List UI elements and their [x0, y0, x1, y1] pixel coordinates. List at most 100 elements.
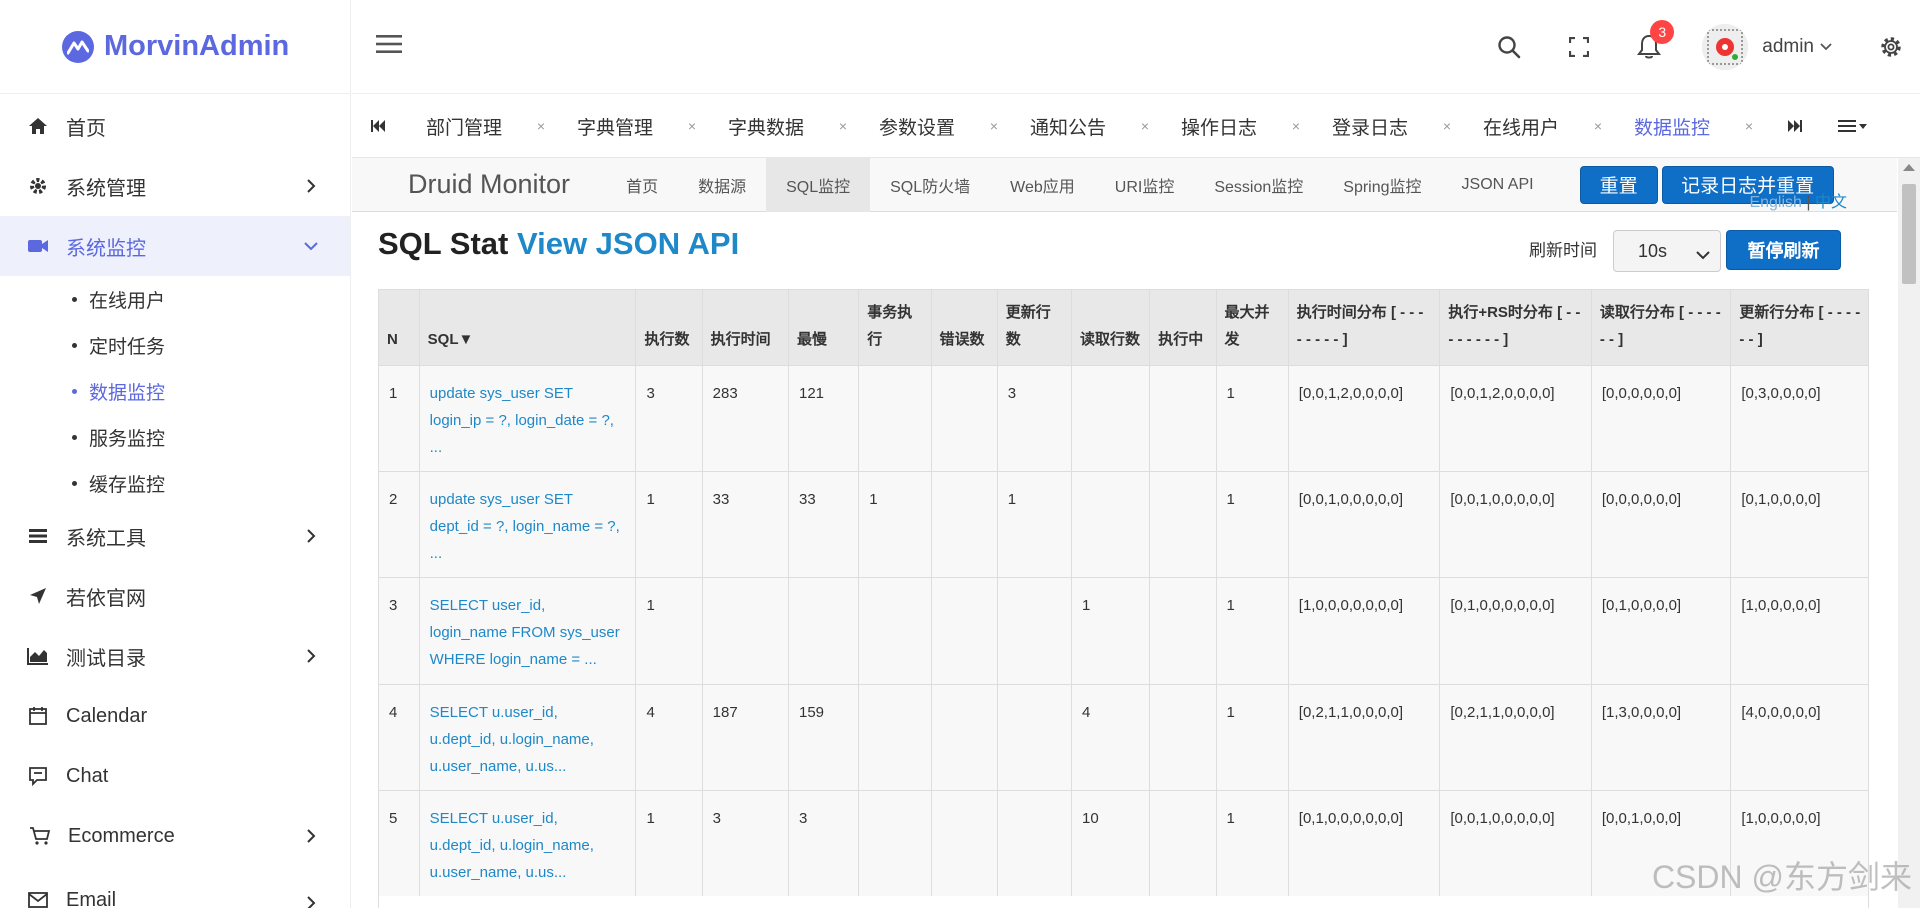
druid-nav-datasource[interactable]: 数据源: [678, 158, 766, 212]
view-json-api-link[interactable]: View JSON API: [517, 226, 739, 261]
table-cell: [0,0,0,0,0,0]: [1591, 470, 1732, 577]
sidebar-item-system-tools[interactable]: 系统工具: [0, 506, 350, 566]
druid-nav-json-api[interactable]: JSON API: [1442, 158, 1554, 212]
submenu-item-label: 在线用户: [89, 290, 166, 312]
tab-label: 数据监控: [1634, 117, 1711, 139]
tab-notices[interactable]: 通知公告 ×: [1008, 95, 1159, 158]
druid-nav-home[interactable]: 首页: [606, 158, 678, 212]
tab-operation-log[interactable]: 操作日志 ×: [1159, 95, 1310, 158]
sql-text-link[interactable]: SELECT u.user_id, u.dept_id, u.login_nam…: [419, 683, 637, 790]
tabs-menu-icon[interactable]: [1827, 95, 1879, 158]
column-header[interactable]: 最大并发: [1216, 290, 1289, 365]
sidebar-item-home[interactable]: 首页: [0, 96, 350, 156]
sidebar-item-test-directory[interactable]: 测试目录: [0, 626, 350, 686]
bullet-icon: [72, 434, 77, 440]
app-root: MorvinAdmin 首页 系统管理 系统监控 在线用户 定时任务 数据监控 …: [0, 0, 1920, 908]
submenu-item-data-monitor[interactable]: 数据监控: [0, 368, 350, 414]
column-header[interactable]: N: [379, 290, 420, 365]
column-header[interactable]: 执行时间: [702, 290, 789, 365]
table-cell: [997, 789, 1073, 896]
tab-data-monitor[interactable]: 数据监控 ×: [1612, 95, 1763, 158]
sidebar-item-label: Email: [66, 889, 117, 908]
table-cell: 1: [379, 364, 420, 471]
druid-nav-uri[interactable]: URI监控: [1095, 158, 1195, 212]
settings-gear-icon[interactable]: [1876, 32, 1906, 62]
sidebar-item-email[interactable]: Email: [0, 866, 350, 908]
pause-refresh-button[interactable]: 暂停刷新: [1726, 230, 1841, 270]
tab-login-log[interactable]: 登录日志 ×: [1310, 95, 1461, 158]
column-header[interactable]: 执行中: [1149, 290, 1217, 365]
refresh-interval-select[interactable]: 10s: [1613, 230, 1721, 272]
brand[interactable]: MorvinAdmin: [0, 0, 350, 94]
scrollbar-thumb[interactable]: [1902, 184, 1916, 284]
close-icon[interactable]: ×: [990, 118, 998, 134]
close-icon[interactable]: ×: [688, 118, 696, 134]
table-cell: 2: [379, 470, 420, 577]
druid-nav-sql-firewall[interactable]: SQL防火墙: [870, 158, 990, 212]
tab-dict-management[interactable]: 字典管理 ×: [555, 95, 706, 158]
sidebar-item-chat[interactable]: Chat: [0, 746, 350, 806]
close-icon[interactable]: ×: [1292, 118, 1300, 134]
sidebar-item-system-monitor[interactable]: 系统监控: [0, 216, 350, 276]
tab-dict-data[interactable]: 字典数据 ×: [706, 95, 857, 158]
username[interactable]: admin: [1762, 36, 1814, 58]
column-header[interactable]: 执行数: [635, 290, 703, 365]
tab-param-settings[interactable]: 参数设置 ×: [857, 95, 1008, 158]
submenu-item-service-monitor[interactable]: 服务监控: [0, 414, 350, 460]
sql-text-link[interactable]: update sys_user SET login_ip = ?, login_…: [419, 364, 637, 471]
scroll-up-arrow-icon[interactable]: [1903, 164, 1915, 171]
close-icon[interactable]: ×: [1594, 118, 1602, 134]
column-header[interactable]: 错误数: [931, 290, 998, 365]
submenu-item-label: 数据监控: [89, 382, 166, 404]
tab-dept-management[interactable]: 部门管理 ×: [404, 95, 555, 158]
chevron-down-icon[interactable]: [1820, 43, 1832, 51]
lang-chinese-link[interactable]: 中文: [1815, 194, 1847, 211]
sidebar-item-ruoyi-site[interactable]: 若依官网: [0, 566, 350, 626]
sidebar-item-system-management[interactable]: 系统管理: [0, 156, 350, 216]
tabs-scroll-right-icon[interactable]: [1769, 95, 1821, 158]
column-header[interactable]: SQL▼: [419, 290, 637, 365]
sidebar-item-calendar[interactable]: Calendar: [0, 686, 350, 746]
column-header[interactable]: 读取行数: [1071, 290, 1151, 365]
submenu-item-cache-monitor[interactable]: 缓存监控: [0, 460, 350, 506]
column-header[interactable]: 更新行分布 [ - - - - - - ]: [1730, 290, 1868, 365]
sql-text-link[interactable]: update sys_user SET dept_id = ?, login_n…: [419, 470, 637, 577]
submenu-item-online-users[interactable]: 在线用户: [0, 276, 350, 322]
tab-online-users[interactable]: 在线用户 ×: [1461, 95, 1612, 158]
column-header[interactable]: 最慢: [788, 290, 860, 365]
hamburger-menu-icon[interactable]: [376, 34, 402, 56]
druid-nav-sql[interactable]: SQL监控: [766, 158, 871, 212]
notification-bell-icon[interactable]: 3: [1634, 20, 1675, 62]
close-icon[interactable]: ×: [1443, 118, 1451, 134]
search-icon[interactable]: [1494, 32, 1524, 62]
close-icon[interactable]: ×: [839, 118, 847, 134]
column-header[interactable]: 读取行分布 [ - - - - - - ]: [1591, 290, 1732, 365]
column-header[interactable]: 执行时间分布 [ - - - - - - - - ]: [1288, 290, 1441, 365]
lang-english-link[interactable]: English: [1749, 194, 1801, 211]
sql-text-link[interactable]: SELECT u.user_id, u.dept_id, u.login_nam…: [419, 789, 637, 896]
bullet-icon: [72, 296, 77, 302]
submenu-item-scheduled-tasks[interactable]: 定时任务: [0, 322, 350, 368]
close-icon[interactable]: ×: [1141, 118, 1149, 134]
avatar[interactable]: [1702, 24, 1749, 70]
close-icon[interactable]: ×: [537, 118, 545, 134]
table-cell: 33: [788, 470, 860, 577]
bullet-icon: [72, 388, 77, 394]
table-cell: 4: [379, 683, 420, 790]
vertical-scrollbar[interactable]: [1898, 158, 1920, 908]
sql-stat-heading: SQL Stat: [378, 226, 517, 261]
tabs-scroll-left-icon[interactable]: [352, 95, 404, 158]
column-header[interactable]: 更新行数: [997, 290, 1073, 365]
druid-brand[interactable]: Druid Monitor: [408, 169, 570, 200]
reset-button[interactable]: 重置: [1579, 165, 1658, 204]
column-header[interactable]: 执行+RS时分布 [ - - - - - - - - ]: [1439, 290, 1592, 365]
druid-nav-session[interactable]: Session监控: [1194, 158, 1323, 212]
close-icon[interactable]: ×: [1745, 118, 1753, 134]
sidebar-item-ecommerce[interactable]: Ecommerce: [0, 806, 350, 866]
druid-nav-spring[interactable]: Spring监控: [1323, 158, 1441, 212]
column-header[interactable]: 事务执行: [858, 290, 932, 365]
sql-text-link[interactable]: SELECT user_id, login_name FROM sys_user…: [419, 576, 637, 684]
druid-nav-web-app[interactable]: Web应用: [990, 158, 1095, 212]
fullscreen-icon[interactable]: [1564, 32, 1594, 62]
gear-icon: [26, 174, 50, 198]
